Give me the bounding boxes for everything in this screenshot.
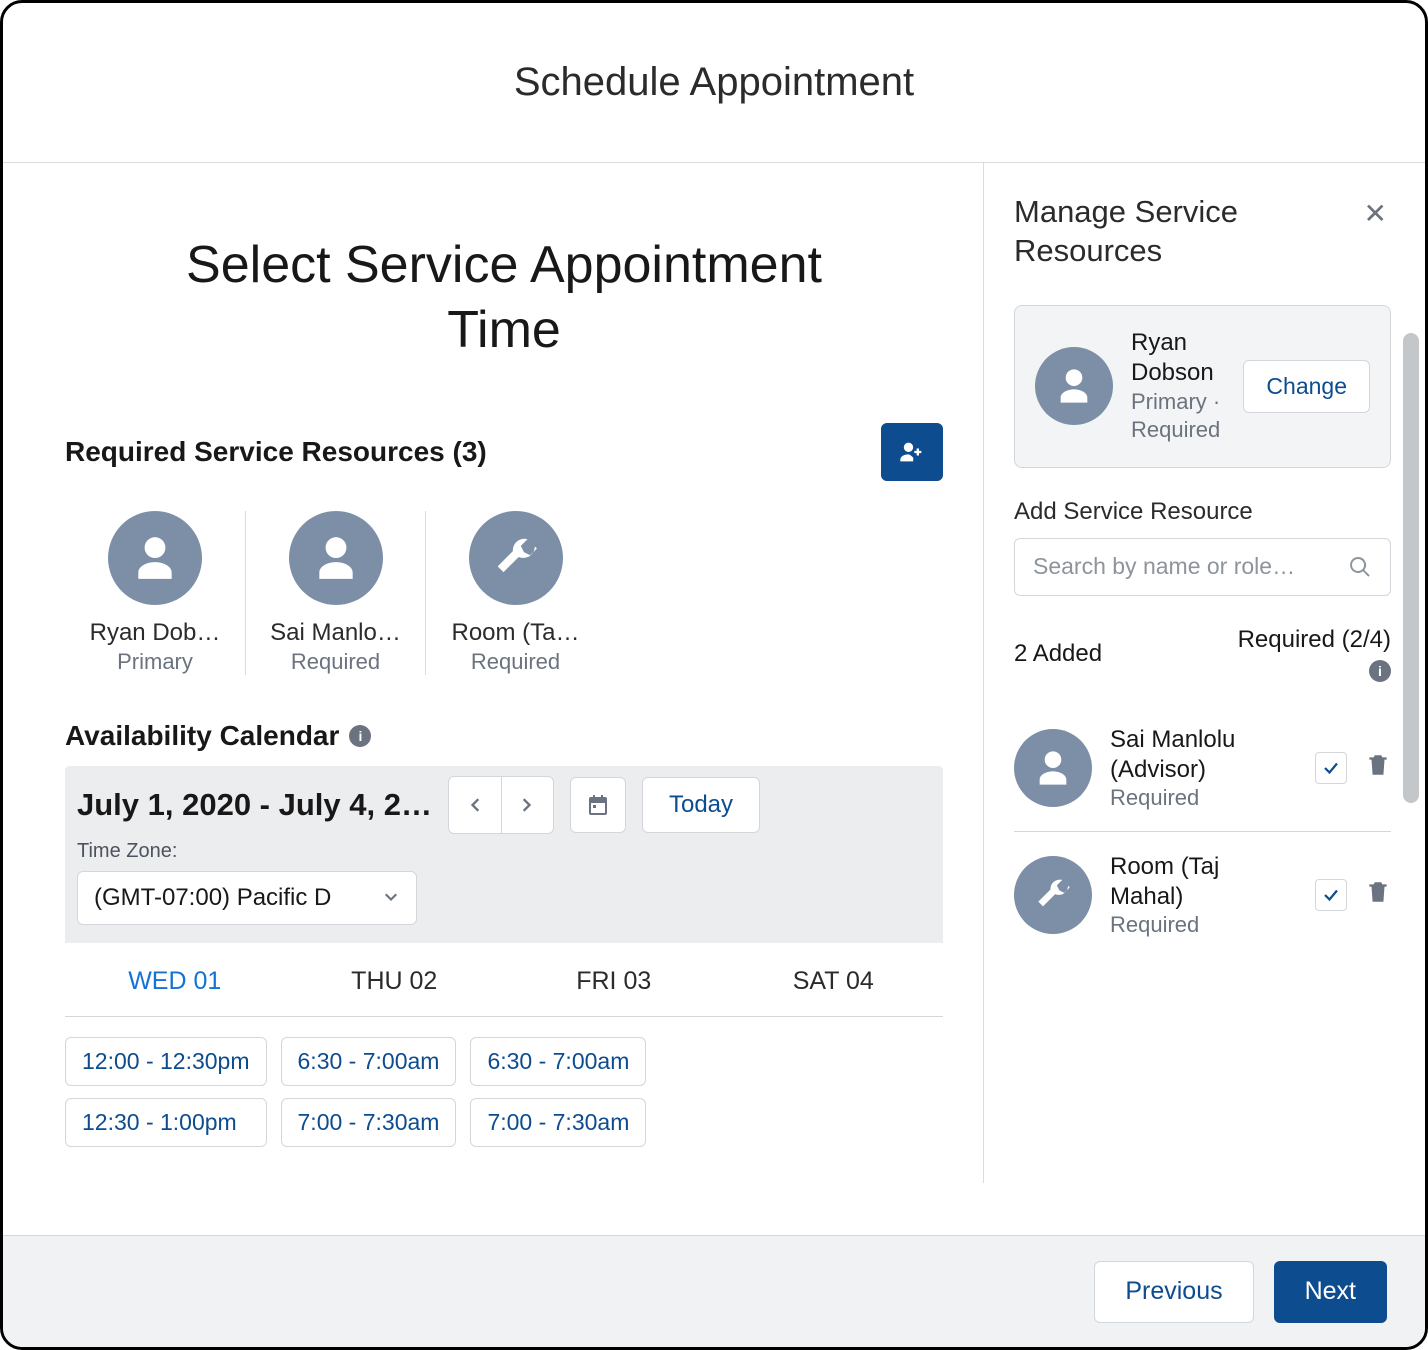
resource-name: Ryan Dob… [90, 619, 221, 647]
search-resource-input[interactable]: Search by name or role… [1014, 538, 1391, 596]
info-icon[interactable]: i [349, 725, 371, 747]
day-tabs: WED 01 THU 02 FRI 03 SAT 04 [65, 943, 943, 1017]
add-resource-label: Add Service Resource [1014, 498, 1391, 526]
resource-role: Required [471, 649, 560, 675]
chevron-left-icon [465, 795, 485, 815]
time-slot[interactable]: 6:30 - 7:00am [281, 1037, 457, 1086]
prev-week-button[interactable] [449, 777, 501, 833]
time-slot[interactable]: 6:30 - 7:00am [470, 1037, 646, 1086]
scrollbar[interactable] [1403, 333, 1419, 803]
time-slot[interactable]: 7:00 - 7:30am [470, 1098, 646, 1147]
primary-name: Ryan Dobson [1131, 328, 1225, 388]
time-slots: 12:00 - 12:30pm 12:30 - 1:00pm 6:30 - 7:… [65, 1017, 943, 1147]
next-week-button[interactable] [501, 777, 553, 833]
calendar-controls: July 1, 2020 - July 4, 2… Today Ti [65, 766, 943, 943]
resource-role: Primary [117, 649, 193, 675]
required-checkbox[interactable] [1315, 879, 1347, 911]
remove-resource-button[interactable] [1365, 879, 1391, 910]
person-icon [108, 511, 202, 605]
chevron-right-icon [517, 795, 537, 815]
primary-resource-card: Ryan Dobson Primary · Required Change [1014, 305, 1391, 468]
resource-card: Ryan Dob… Primary [65, 511, 245, 675]
resource-name: Room (Ta… [451, 619, 579, 647]
added-name: Room (Taj Mahal) [1110, 852, 1260, 912]
timezone-label: Time Zone: [77, 840, 931, 863]
resource-card: Room (Ta… Required [425, 511, 605, 675]
wrench-icon [1014, 856, 1092, 934]
resources-row: Ryan Dob… Primary Sai Manlo… Required Ro… [65, 511, 943, 675]
required-checkbox[interactable] [1315, 752, 1347, 784]
resource-role: Required [291, 649, 380, 675]
added-sub: Required [1110, 912, 1297, 938]
wrench-icon [469, 511, 563, 605]
remove-resource-button[interactable] [1365, 752, 1391, 783]
page-title: Select Service Appointment Time [144, 233, 864, 363]
close-icon: ✕ [1364, 198, 1387, 229]
resource-card: Sai Manlo… Required [245, 511, 425, 675]
day-tab[interactable]: SAT 04 [724, 967, 944, 996]
info-icon[interactable]: i [1369, 660, 1391, 682]
added-sub: Required [1110, 785, 1297, 811]
availability-label: Availability Calendar [65, 720, 339, 752]
time-slot[interactable]: 12:30 - 1:00pm [65, 1098, 267, 1147]
today-button[interactable]: Today [642, 777, 760, 833]
titlebar: Schedule Appointment [3, 3, 1425, 163]
change-primary-button[interactable]: Change [1243, 360, 1370, 413]
main-column: Select Service Appointment Time Required… [3, 163, 983, 1183]
added-resource-row: Room (Taj Mahal) Required [1014, 832, 1391, 958]
app-title: Schedule Appointment [514, 60, 914, 105]
time-slot[interactable]: 12:00 - 12:30pm [65, 1037, 267, 1086]
calendar-picker-button[interactable] [570, 777, 626, 833]
check-icon [1322, 759, 1340, 777]
person-icon [1014, 729, 1092, 807]
search-placeholder: Search by name or role… [1033, 553, 1295, 580]
chevron-down-icon [382, 889, 400, 907]
date-range: July 1, 2020 - July 4, 2… [77, 787, 432, 823]
search-icon [1348, 555, 1372, 579]
trash-icon [1365, 879, 1391, 905]
person-icon [1035, 347, 1113, 425]
add-resource-button[interactable] [881, 423, 943, 481]
added-name: Sai Manlolu (Advisor) [1110, 725, 1260, 785]
next-button[interactable]: Next [1274, 1261, 1387, 1323]
previous-button[interactable]: Previous [1094, 1261, 1253, 1323]
day-tab[interactable]: FRI 03 [504, 967, 724, 996]
resource-name: Sai Manlo… [270, 619, 401, 647]
timezone-value: (GMT-07:00) Pacific D [94, 884, 331, 912]
panel-title: Manage Service Resources [1014, 193, 1314, 271]
primary-sub: Primary · Required [1131, 388, 1225, 445]
added-resources-list: Sai Manlolu (Advisor) Required [1014, 705, 1391, 958]
check-icon [1322, 886, 1340, 904]
trash-icon [1365, 752, 1391, 778]
timezone-select[interactable]: (GMT-07:00) Pacific D [77, 871, 417, 925]
added-count-label: 2 Added [1014, 640, 1102, 668]
required-count-label: Required (2/4) [1238, 626, 1391, 654]
added-resource-row: Sai Manlolu (Advisor) Required [1014, 705, 1391, 832]
day-tab[interactable]: THU 02 [285, 967, 505, 996]
side-panel: Manage Service Resources ✕ Ryan Dobson P… [983, 163, 1425, 1183]
person-add-icon [898, 438, 926, 466]
close-panel-button[interactable]: ✕ [1360, 193, 1391, 234]
footer: Previous Next [3, 1235, 1425, 1347]
required-resources-label: Required Service Resources (3) [65, 436, 487, 468]
time-slot[interactable]: 7:00 - 7:30am [281, 1098, 457, 1147]
person-icon [289, 511, 383, 605]
day-tab[interactable]: WED 01 [65, 967, 285, 996]
calendar-icon [586, 793, 610, 817]
